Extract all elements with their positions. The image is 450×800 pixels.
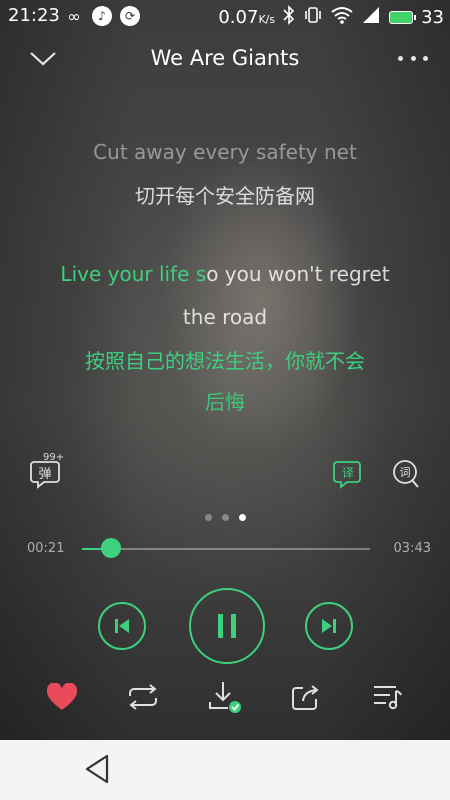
status-time: 21:23 <box>8 5 60 26</box>
danmaku-label: 弹 <box>38 467 51 482</box>
like-button[interactable] <box>44 680 80 714</box>
lyric-translation: 切开每个安全防备网 <box>135 184 315 208</box>
system-navigation-bar <box>0 740 450 800</box>
repeat-mode-button[interactable] <box>125 680 161 714</box>
back-triangle-icon <box>85 754 109 784</box>
current-lyric-line: Live your life so you won't regret <box>0 262 450 286</box>
battery-icon <box>389 11 417 24</box>
progress-knob[interactable] <box>100 538 121 558</box>
more-dot-icon <box>398 55 403 61</box>
share-button[interactable] <box>288 680 324 714</box>
skip-next-icon <box>322 619 336 633</box>
action-bar <box>0 680 450 716</box>
repeat-icon <box>129 684 157 710</box>
lyric-unplayed-part: o you won't regret <box>206 262 390 286</box>
lyrics-icon: 词 <box>393 460 419 488</box>
vibrate-icon <box>303 5 323 30</box>
more-options-button[interactable] <box>398 44 428 72</box>
network-speed: 0.07K/s <box>218 7 276 28</box>
share-icon <box>292 685 319 710</box>
total-time: 03:43 <box>393 541 431 556</box>
pause-button[interactable] <box>189 588 265 664</box>
page-dot <box>204 514 212 521</box>
download-button[interactable] <box>207 680 243 714</box>
skip-previous-icon <box>115 619 129 633</box>
signal-icon <box>361 6 381 29</box>
page-dot-active <box>238 514 246 521</box>
infinity-icon: ∞ <box>67 6 81 26</box>
progress-track[interactable] <box>82 548 370 550</box>
translate-icon: 译 <box>333 461 361 489</box>
wifi-icon <box>331 6 353 29</box>
playlist-button[interactable] <box>370 680 406 714</box>
player-header: We Are Giants <box>0 40 450 80</box>
elapsed-time: 00:21 <box>27 541 65 556</box>
svg-text:译: 译 <box>342 466 354 480</box>
current-lyric-translation: 按照自己的想法生活，你就不会 <box>85 349 365 373</box>
translate-toggle[interactable]: 译 <box>333 458 363 490</box>
pause-icon <box>218 614 236 638</box>
page-dot <box>221 514 229 521</box>
next-button[interactable] <box>305 602 353 650</box>
app-notification-icon: ♪ <box>92 6 112 26</box>
heart-icon <box>46 683 78 710</box>
lyric-line: Cut away every safety net <box>93 140 357 164</box>
lyric-played-part: Live your life s <box>60 262 207 286</box>
more-dot-icon <box>410 55 416 61</box>
previous-button[interactable] <box>98 602 146 650</box>
current-lyric-translation-cont: 后悔 <box>205 390 245 414</box>
page-indicator <box>0 514 450 521</box>
lyrics-search-button[interactable]: 词 <box>391 458 421 490</box>
status-bar: 21:23 ∞ ♪ ⟳ 0.07K/s 33 <box>0 0 450 34</box>
playlist-icon <box>374 686 402 710</box>
battery-level: 33 <box>421 7 444 28</box>
more-dot-icon <box>423 55 428 61</box>
current-lyric-line-cont: the road <box>182 305 268 329</box>
system-back-button[interactable] <box>83 753 113 785</box>
song-title: We Are Giants <box>150 46 300 70</box>
download-icon <box>209 682 241 713</box>
sync-icon: ⟳ <box>120 6 140 26</box>
svg-text:词: 词 <box>400 466 411 479</box>
danmaku-count-badge: 99+ <box>43 452 65 463</box>
bluetooth-icon <box>283 5 295 30</box>
